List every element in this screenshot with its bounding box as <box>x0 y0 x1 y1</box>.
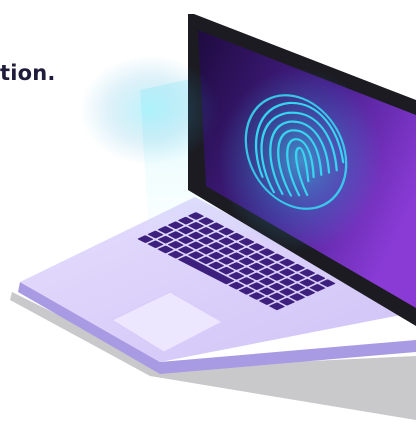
scan-glow <box>218 68 382 252</box>
laptop-illustration <box>10 14 416 420</box>
